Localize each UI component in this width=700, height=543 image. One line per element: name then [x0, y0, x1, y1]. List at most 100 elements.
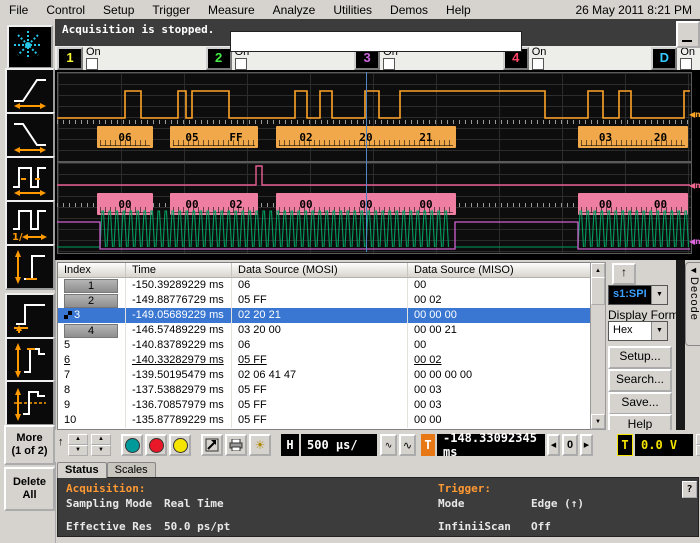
- marker-color-red-button[interactable]: [145, 434, 167, 456]
- channel-1-on-checkbox[interactable]: [86, 58, 98, 70]
- column-header[interactable]: Time: [126, 263, 232, 277]
- delay-right-button[interactable]: ▶: [580, 434, 593, 456]
- listing-row-1[interactable]: 1-150.39289229 ms0600: [58, 278, 591, 293]
- marker-color-teal-button[interactable]: [121, 434, 143, 456]
- delay-zero-button[interactable]: 0: [562, 434, 578, 456]
- measure-vmin-button[interactable]: [5, 293, 55, 339]
- menu-setup[interactable]: Setup: [94, 1, 143, 19]
- panel-up-button[interactable]: ↑: [612, 263, 636, 285]
- delay-left-button[interactable]: ◀: [547, 434, 560, 456]
- scroll-up-button[interactable]: ▲: [591, 263, 605, 278]
- save-button[interactable]: Save...: [608, 392, 672, 415]
- measure-vavg-button[interactable]: [5, 380, 55, 426]
- tab-scales[interactable]: Scales: [107, 462, 156, 478]
- menu-demos[interactable]: Demos: [381, 1, 437, 19]
- effective-res-label: Effective Res: [66, 520, 152, 533]
- listing-row-5[interactable]: 5-140.83789229 ms0600: [58, 338, 591, 353]
- message-box: [230, 31, 522, 52]
- status-help-button[interactable]: ?: [682, 481, 697, 498]
- time-cell: -150.39289229 ms: [126, 278, 232, 293]
- right-arrow-icon: ▶: [584, 441, 589, 449]
- menu-control[interactable]: Control: [37, 1, 94, 19]
- display-format-select[interactable]: Hex ▼: [608, 321, 668, 341]
- menu-trigger[interactable]: Trigger: [143, 1, 199, 19]
- trigger-level-spinner: ▲ ▼: [696, 434, 700, 456]
- scroll-down-button[interactable]: ▼: [591, 414, 605, 429]
- search-button[interactable]: Search...: [608, 369, 672, 392]
- more-measurements-button[interactable]: More (1 of 2): [4, 425, 55, 465]
- spin-up-button[interactable]: ▲: [696, 434, 700, 445]
- scrollbar-thumb[interactable]: [591, 277, 605, 305]
- channel-3-on-checkbox[interactable]: [383, 58, 395, 70]
- infiniiscan-value: Off: [531, 520, 551, 533]
- marker-m2[interactable]: ◀m2: [689, 237, 700, 246]
- menu-help[interactable]: Help: [437, 1, 480, 19]
- menu-measure[interactable]: Measure: [199, 1, 264, 19]
- decode-source-select[interactable]: s1:SPI ▼: [608, 285, 668, 305]
- listing-row-8[interactable]: 8-137.53882979 ms05 FF00 03: [58, 383, 591, 398]
- decode-tab[interactable]: ◄ Decode: [685, 262, 700, 346]
- menu-file[interactable]: File: [0, 1, 37, 19]
- agilent-logo-button[interactable]: [7, 25, 53, 69]
- listing-row-4[interactable]: 4-146.57489229 ms03 20 0000 00 21: [58, 323, 591, 338]
- measure-pulse-width-button[interactable]: [5, 156, 55, 202]
- column-header[interactable]: Data Source (MISO): [408, 263, 591, 277]
- spin-down-button[interactable]: ▼: [91, 445, 111, 456]
- measure-fall-time-button[interactable]: [5, 112, 55, 158]
- marker-m1[interactable]: ◀m1: [689, 110, 700, 119]
- listing-row-6[interactable]: 6-140.33282979 ms05 FF00 02: [58, 353, 591, 368]
- mosi-cell: 05 FF: [232, 383, 408, 398]
- delete-all-button[interactable]: Delete All: [4, 467, 55, 511]
- brightness-button[interactable]: ☀: [249, 434, 271, 456]
- listing-row-9[interactable]: 9-136.70857979 ms05 FF00 03: [58, 398, 591, 413]
- listing-row-7[interactable]: 7-139.50195479 ms02 06 41 4700 00 00 00: [58, 368, 591, 383]
- setup-button[interactable]: Setup...: [608, 346, 672, 369]
- channel-D-button[interactable]: D: [651, 47, 677, 70]
- pan-zoom-button[interactable]: ∿: [380, 434, 397, 456]
- spin-up-button[interactable]: ▲: [91, 434, 111, 445]
- channel-2-button[interactable]: 2: [206, 47, 232, 70]
- tab-status[interactable]: Status: [57, 462, 107, 478]
- marker-color-yellow-button[interactable]: [169, 434, 191, 456]
- timebase-display[interactable]: 500 µs/: [301, 434, 377, 456]
- channel-D-on-checkbox[interactable]: [680, 58, 692, 70]
- time-cell: -140.33282979 ms: [126, 353, 232, 368]
- delay-display[interactable]: -148.33092345 ms: [437, 434, 545, 456]
- minimize-button[interactable]: [676, 21, 700, 48]
- spin-down-button[interactable]: ▼: [68, 445, 88, 456]
- listing-row-2[interactable]: 2-149.88776729 ms05 FF00 02: [58, 293, 591, 308]
- spin-up-button[interactable]: ▲: [68, 434, 88, 445]
- index-cell: 9: [58, 398, 126, 413]
- measure-rise-time-button[interactable]: [5, 68, 55, 114]
- column-header[interactable]: Index: [58, 263, 126, 277]
- channel-4-on-checkbox[interactable]: [532, 58, 544, 70]
- small-wave-icon: ∿: [385, 440, 393, 451]
- channel-1-button[interactable]: 1: [57, 47, 83, 70]
- measure-frequency-button[interactable]: 1/: [5, 200, 55, 246]
- channel-D-on-group: On: [680, 47, 695, 70]
- spin-down-button[interactable]: ▼: [696, 445, 700, 456]
- channel-2-on-checkbox[interactable]: [235, 58, 247, 70]
- listing-row-10[interactable]: 10-135.87789229 ms05 FF00 00: [58, 413, 591, 428]
- measure-vtop-button[interactable]: [5, 337, 55, 383]
- time-cell: -140.83789229 ms: [126, 338, 232, 353]
- horizontal-badge: H: [281, 434, 299, 456]
- channel-1-on-label: On: [86, 47, 101, 57]
- print-button[interactable]: [225, 434, 247, 456]
- measure-vpp-button[interactable]: [5, 244, 55, 290]
- listing-row-3[interactable]: 3-149.05689229 ms02 20 2100 00 00: [58, 308, 591, 323]
- marker-m4[interactable]: ◀m4: [689, 181, 700, 190]
- index-badge: 2: [64, 294, 118, 308]
- trigger-time-reference-line: [366, 72, 367, 252]
- sampling-mode-label: Sampling Mode: [66, 497, 152, 510]
- menu-utilities[interactable]: Utilities: [324, 1, 381, 19]
- sine-view-button[interactable]: ∿: [399, 434, 416, 456]
- time-cell: -139.50195479 ms: [126, 368, 232, 383]
- trigger-level-display[interactable]: 0.0 V: [635, 434, 693, 456]
- mosi-data-wave: [57, 91, 690, 118]
- menu-analyze[interactable]: Analyze: [264, 1, 325, 19]
- miso-cell: 00 00 21: [408, 323, 591, 338]
- trigger-title: Trigger:: [438, 482, 491, 495]
- export-button[interactable]: [201, 434, 223, 456]
- column-header[interactable]: Data Source (MOSI): [232, 263, 408, 277]
